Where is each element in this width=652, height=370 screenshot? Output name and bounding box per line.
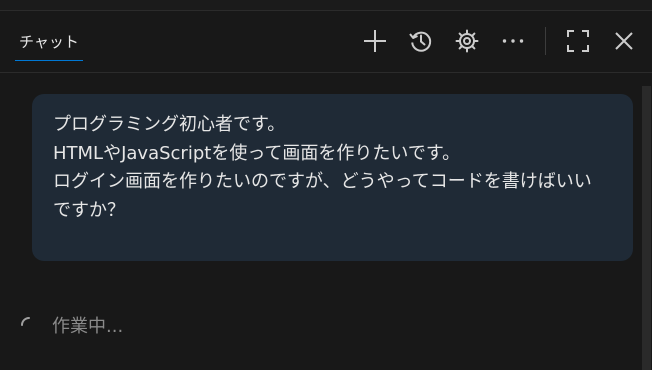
close-button[interactable] [610,27,638,55]
status-text: 作業中... [52,316,124,337]
message-line: ですか？ [53,199,125,221]
history-button[interactable] [407,27,435,55]
settings-button[interactable] [453,27,481,55]
close-icon [615,32,633,50]
maximize-button[interactable] [564,27,592,55]
message-line: プログラミング初心者です。 [53,114,286,135]
chat-header: チャット [0,11,652,73]
message-line: HTMLやJavaScriptを使って画面を作りたいです。 [53,142,461,164]
message-line: ログイン画面を作りたいのですが、どうやってコードを書けばいい [53,171,592,192]
top-edge [0,0,652,11]
progress-status: 作業中... [20,310,123,340]
history-icon [409,31,432,52]
chat-panel: チャット プログラミング初心者です。 HTMLやJavaScriptを使って画面… [0,0,652,370]
chat-toolbar [361,27,638,55]
tab-chat[interactable]: チャット [15,28,83,61]
toolbar-separator [545,27,546,55]
user-message-bubble: プログラミング初心者です。 HTMLやJavaScriptを使って画面を作りたい… [32,94,633,261]
loading-spinner-icon [21,317,30,326]
maximize-icon [567,30,589,52]
more-icon [502,39,524,43]
more-button[interactable] [499,27,527,55]
gear-icon [455,29,479,53]
new-chat-button[interactable] [361,27,389,55]
plus-icon [364,30,386,52]
scrollbar-thumb[interactable] [642,86,651,370]
